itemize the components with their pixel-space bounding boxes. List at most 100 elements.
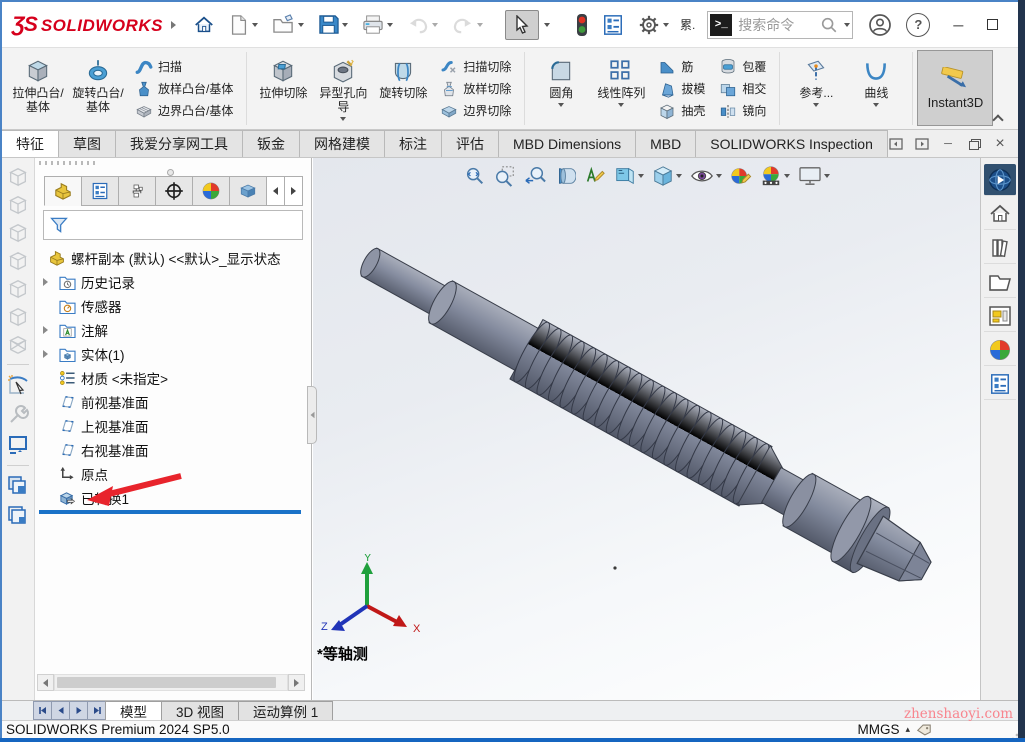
open-file-dropdown-arrow[interactable] [298, 23, 304, 27]
magnifier-icon[interactable] [820, 16, 838, 34]
tree-root-item[interactable]: 螺杆副本 (默认) <<默认>_显示状态 [35, 246, 309, 270]
viewport-window-button[interactable] [6, 433, 30, 457]
select-tool-dropdown[interactable] [540, 20, 554, 30]
tree-item-material[interactable]: 材质 <未指定> [35, 366, 309, 390]
undo-dropdown-arrow[interactable] [432, 23, 438, 27]
view-cube-button-6[interactable] [7, 306, 29, 328]
mirror-button[interactable]: 镜向 [716, 101, 769, 121]
open-file-button[interactable] [268, 11, 308, 38]
rib-button[interactable]: 筋 [655, 57, 708, 77]
tab-share-tools[interactable]: 我爱分享网工具 [115, 130, 243, 157]
fm-tabs-scroll-left[interactable] [266, 176, 285, 206]
appearances-scenes-button[interactable] [984, 334, 1016, 366]
tab-features[interactable]: 特征 [1, 130, 59, 157]
instant3d-button[interactable]: Instant3D [917, 50, 993, 126]
tree-item-right-plane[interactable]: 右视基准面 [35, 438, 309, 462]
options-button[interactable] [634, 11, 673, 39]
view-cube-button-4[interactable] [7, 250, 29, 272]
options-dropdown-arrow[interactable] [663, 23, 669, 27]
view-cube-button-2[interactable] [7, 194, 29, 216]
home-button[interactable] [189, 11, 219, 39]
panel-grip-handle[interactable] [39, 161, 99, 165]
tree-item-sensors[interactable]: 传感器 [35, 294, 309, 318]
display-manager-tab[interactable] [192, 176, 230, 206]
tab-mbd-dimensions[interactable]: MBD Dimensions [498, 130, 636, 157]
featuremanager-tree-tab[interactable] [44, 176, 82, 206]
doc-minimize-button[interactable]: ─ [940, 136, 956, 152]
design-library-button[interactable] [984, 232, 1016, 264]
view-cube-button-5[interactable] [7, 278, 29, 300]
tab-inspection[interactable]: SOLIDWORKS Inspection [695, 130, 888, 157]
last-tab-button[interactable] [87, 701, 106, 720]
print-dropdown-arrow[interactable] [387, 23, 393, 27]
boundary-boss-button[interactable]: 边界凸台/基体 [132, 101, 236, 121]
hole-wizard-button[interactable]: 异型孔向导 [313, 52, 373, 126]
undo-button[interactable] [403, 13, 442, 37]
doc-close-button[interactable]: × [992, 136, 1008, 152]
tree-horizontal-scrollbar[interactable] [37, 674, 305, 691]
graphics-viewport[interactable]: Y X Z *等轴测 [313, 158, 980, 700]
tree-item-top-plane[interactable]: 上视基准面 [35, 414, 309, 438]
doc-prev-button[interactable] [888, 136, 904, 152]
solidworks-resources-button[interactable] [984, 198, 1016, 230]
expand-arrow-icon[interactable] [43, 278, 53, 286]
configuration-manager-tab[interactable] [118, 176, 156, 206]
copy-appearance-button-2[interactable] [6, 504, 30, 528]
lofted-cut-button[interactable]: 放样切除 [437, 79, 514, 99]
save-dropdown-arrow[interactable] [342, 23, 348, 27]
file-explorer-button[interactable] [984, 266, 1016, 298]
reference-geometry-button[interactable]: 参考... [786, 52, 846, 126]
maximize-button[interactable] [975, 10, 1009, 40]
motion-study-tab[interactable]: 运动算例 1 [238, 701, 333, 720]
linear-pattern-dropdown-arrow[interactable] [618, 103, 624, 107]
scroll-left-button[interactable] [37, 674, 54, 691]
minimize-button[interactable]: ─ [941, 10, 975, 40]
tab-markup[interactable]: 标注 [384, 130, 442, 157]
revolved-boss-button[interactable]: 旋转凸台/基体 [68, 52, 128, 126]
extruded-cut-button[interactable]: 拉伸切除 [253, 52, 313, 126]
property-manager-tab[interactable] [81, 176, 119, 206]
tree-item-origin[interactable]: 原点 [35, 462, 309, 486]
fm-tabs-scroll-right[interactable] [284, 176, 303, 206]
redo-dropdown-arrow[interactable] [477, 23, 483, 27]
login-account-button[interactable] [864, 10, 896, 40]
panel-collapse-tab[interactable] [307, 386, 317, 444]
view-cube-button-7[interactable] [7, 334, 29, 356]
units-dropdown-arrow[interactable]: ▴ [905, 724, 910, 735]
custom-properties-button[interactable] [984, 368, 1016, 400]
tree-item-history[interactable]: 历史记录 [35, 270, 309, 294]
tab-sketch[interactable]: 草图 [58, 130, 116, 157]
tab-evaluate[interactable]: 评估 [441, 130, 499, 157]
scroll-right-button[interactable] [288, 674, 305, 691]
intersect-button[interactable]: 相交 [716, 79, 769, 99]
swept-boss-button[interactable]: 扫描 [132, 57, 236, 77]
tree-item-annotations[interactable]: 注解 [35, 318, 309, 342]
wrap-button[interactable]: 包覆 [716, 57, 769, 77]
cam-manager-tab[interactable] [229, 176, 267, 206]
expand-arrow-icon[interactable] [43, 326, 53, 334]
evaluate-properties-button[interactable] [598, 11, 628, 39]
tree-item-converted[interactable]: 已转换1 [35, 486, 309, 510]
new-file-button[interactable] [225, 11, 262, 39]
expand-arrow-icon[interactable] [43, 350, 53, 358]
doc-restore-button[interactable] [966, 136, 982, 152]
edit-feature-button[interactable] [6, 403, 30, 427]
panel-splitter-handle[interactable] [167, 169, 174, 176]
help-button[interactable]: ? [902, 10, 934, 40]
save-button[interactable] [314, 11, 352, 38]
reference-dropdown-arrow[interactable] [813, 103, 819, 107]
curves-button[interactable]: 曲线 [846, 52, 906, 126]
draft-button[interactable]: 拔模 [655, 79, 708, 99]
new-file-dropdown-arrow[interactable] [252, 23, 258, 27]
swept-cut-button[interactable]: 扫描切除 [437, 57, 514, 77]
linear-pattern-button[interactable]: 线性阵列 [591, 52, 651, 126]
3dexperience-button[interactable] [984, 164, 1016, 196]
command-search-box[interactable]: >_ [707, 11, 853, 39]
tab-mbd[interactable]: MBD [635, 130, 696, 157]
doc-next-button[interactable] [914, 136, 930, 152]
ribbon-collapse-button[interactable] [994, 113, 1004, 123]
revolved-cut-button[interactable]: 旋转切除 [373, 52, 433, 126]
tree-item-solid-bodies[interactable]: 实体(1) [35, 342, 309, 366]
print-button[interactable] [358, 12, 397, 38]
3d-views-tab[interactable]: 3D 视图 [161, 701, 239, 720]
